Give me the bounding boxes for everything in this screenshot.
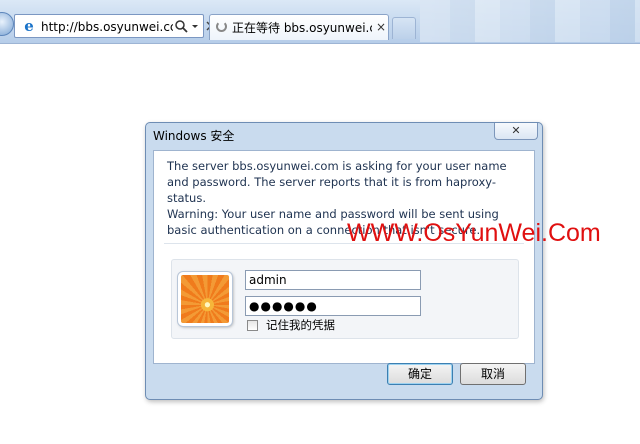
blurred-background: [420, 0, 640, 42]
address-bar[interactable]: e http://bbs.osyunwei.cc: [14, 14, 216, 38]
ie-logo-icon: e: [24, 17, 34, 35]
windows-security-dialog: Windows 安全 ✕ The server bbs.osyunwei.com…: [145, 122, 543, 400]
username-input[interactable]: admin: [245, 270, 421, 290]
dialog-body: The server bbs.osyunwei.com is asking fo…: [153, 150, 535, 364]
new-tab-button[interactable]: [392, 17, 416, 39]
browser-chrome: e http://bbs.osyunwei.cc 正在等待 bbs.osyunw…: [0, 0, 640, 44]
site-watermark: WWW.OsYunWei.Com: [347, 219, 601, 247]
close-icon: ✕: [511, 124, 521, 137]
browser-tab[interactable]: 正在等待 bbs.osyunwei.c... ×: [209, 14, 389, 40]
loading-spinner-icon: [216, 21, 227, 32]
tab-title: 正在等待 bbs.osyunwei.c...: [232, 21, 372, 35]
ok-button[interactable]: 确定: [387, 363, 453, 385]
chevron-down-icon[interactable]: [190, 18, 200, 34]
remember-checkbox[interactable]: [247, 320, 258, 331]
remember-label[interactable]: 记住我的凭据: [266, 318, 386, 333]
search-icon[interactable]: [174, 18, 188, 34]
back-button[interactable]: [0, 12, 14, 36]
dialog-title: Windows 安全: [153, 129, 235, 143]
cancel-button[interactable]: 取消: [460, 363, 526, 385]
user-avatar: [178, 272, 232, 326]
address-url[interactable]: http://bbs.osyunwei.cc: [41, 19, 173, 35]
server-message: The server bbs.osyunwei.com is asking fo…: [167, 159, 507, 205]
tab-close-icon[interactable]: ×: [376, 20, 386, 34]
password-input[interactable]: ●●●●●●: [245, 296, 421, 316]
dialog-close-button[interactable]: ✕: [494, 123, 538, 140]
credential-tile: admin ●●●●●● 记住我的凭据: [171, 259, 519, 339]
